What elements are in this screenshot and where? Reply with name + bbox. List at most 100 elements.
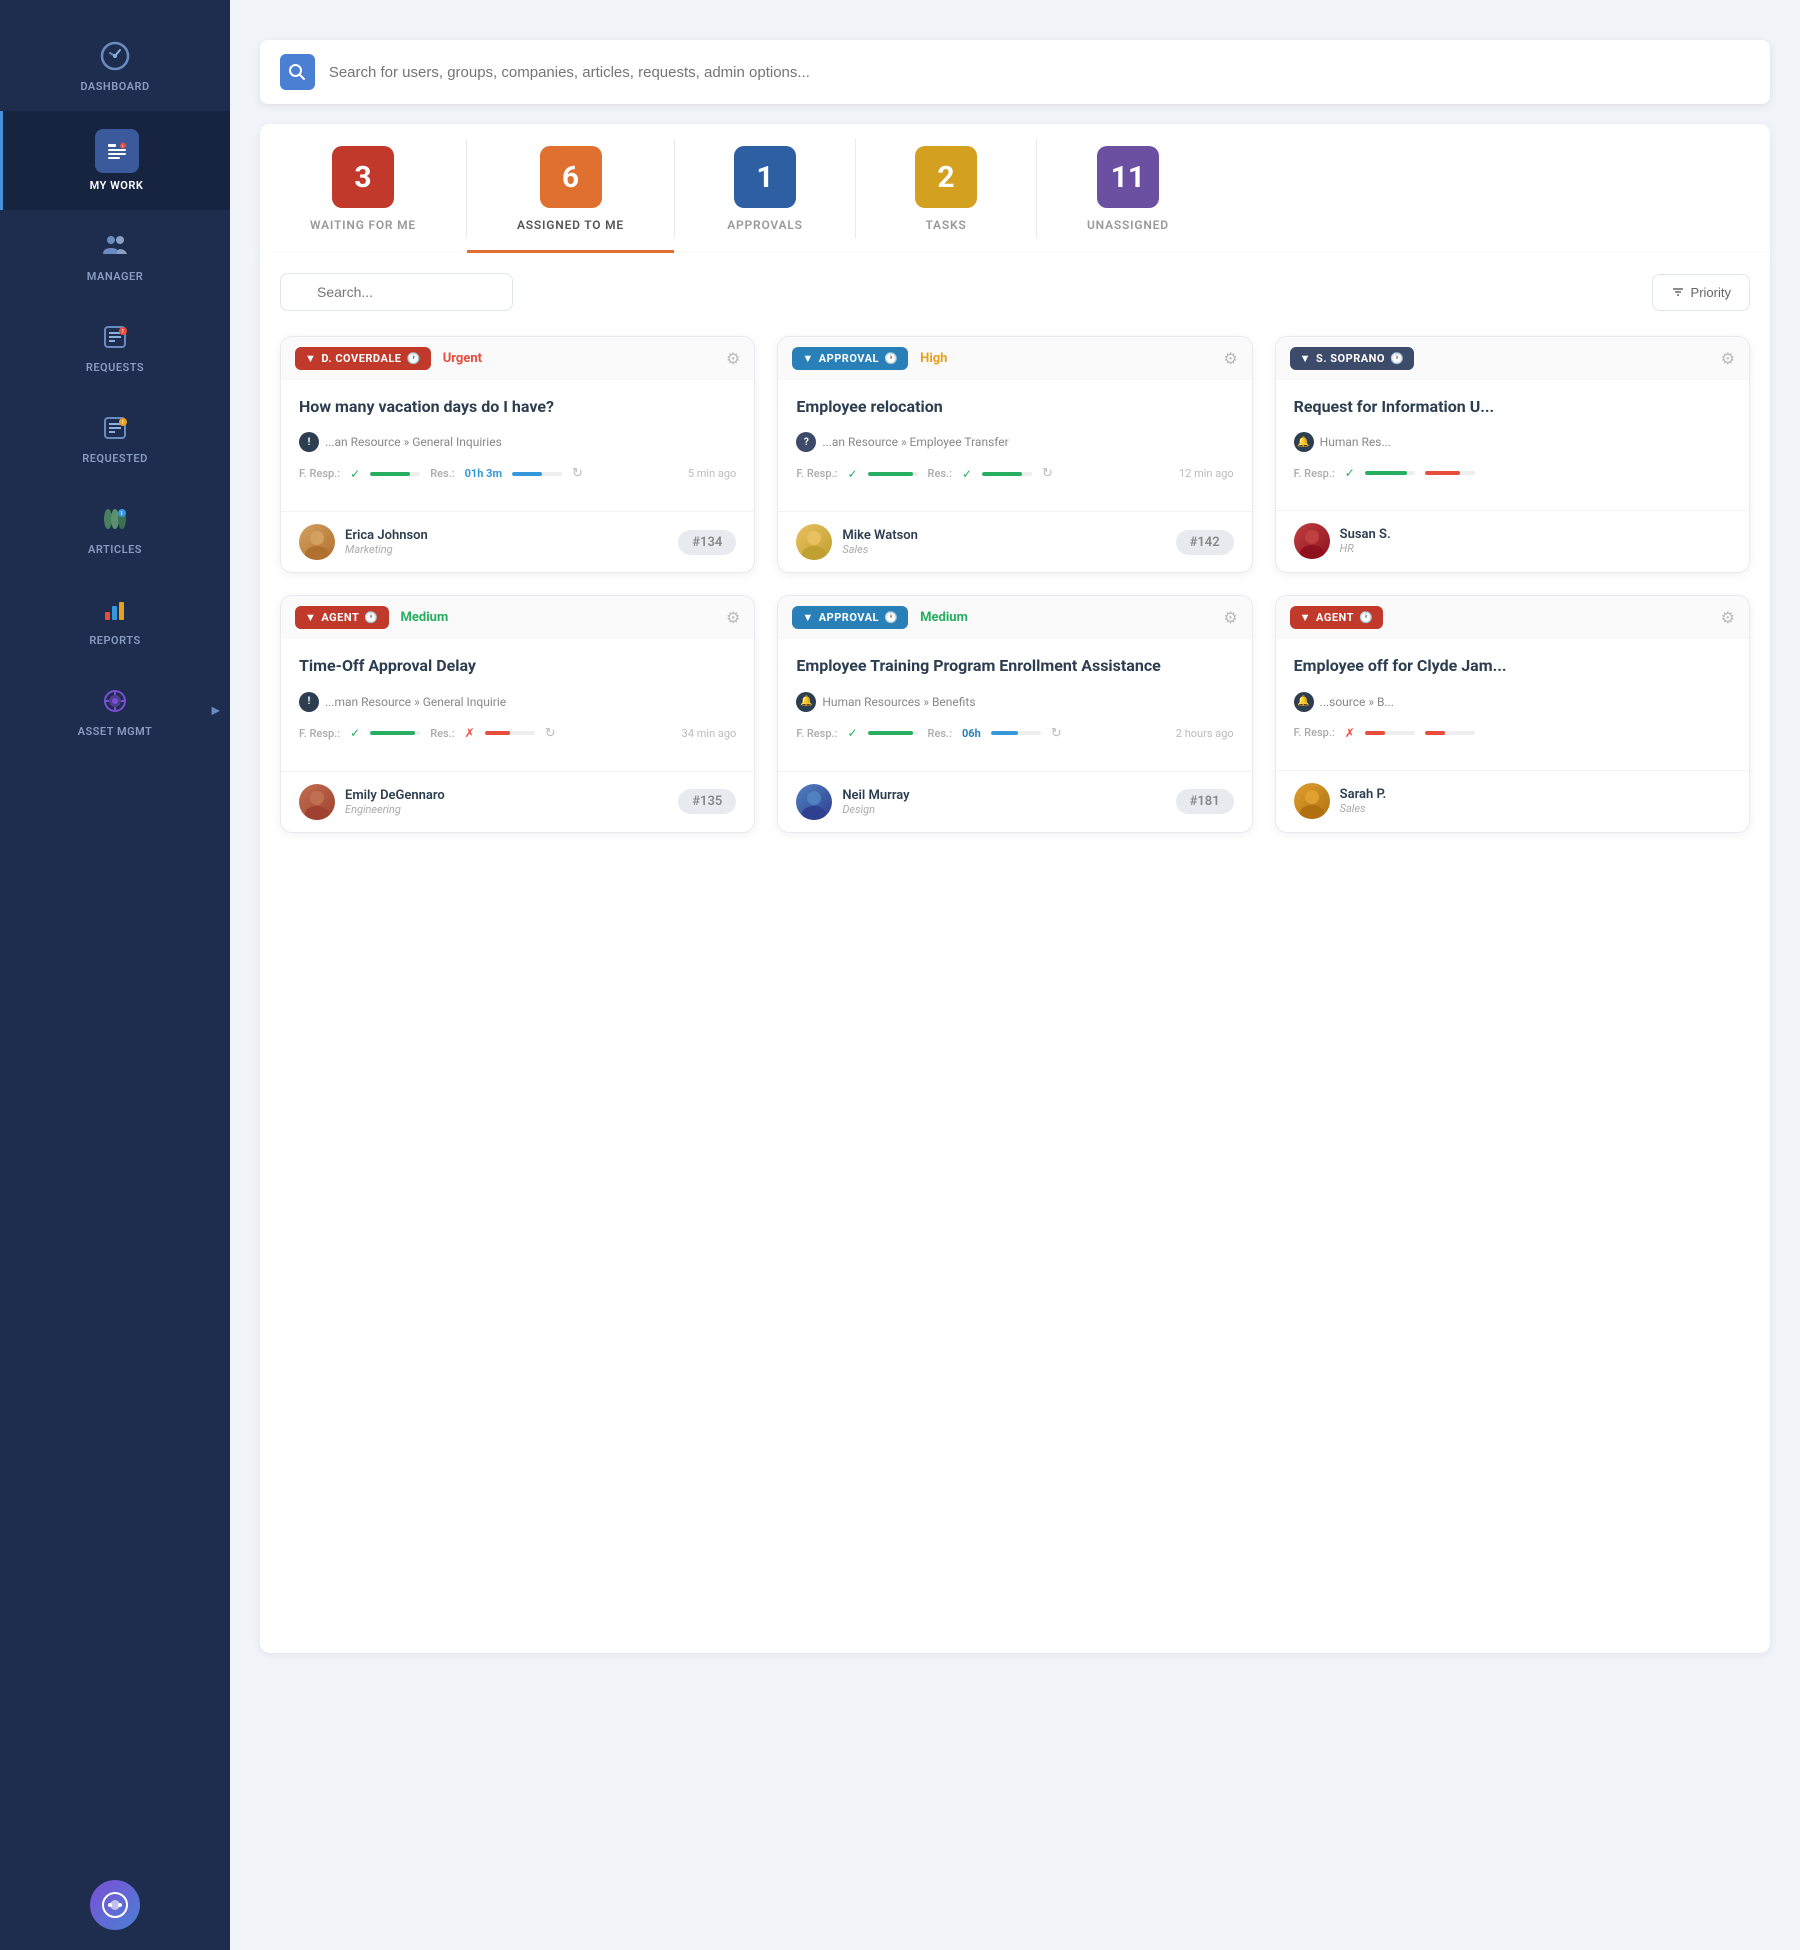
card-6-body: Employee off for Clyde Jam... 🔔 ...sourc… [1276,639,1749,769]
card-6-tag: ▼ AGENT 🕐 [1290,606,1384,629]
card-6-settings[interactable]: ⚙ [1721,608,1735,627]
card-1-timestamp: 5 min ago [688,467,736,480]
card-2-res-label: Res.: [928,467,952,480]
svg-text:!: ! [122,144,124,149]
card-2-user-dept: Sales [842,543,1175,556]
card-2-category-text: ...an Resource » Employee Transfer [822,435,1008,449]
card-1-priority: Urgent [443,351,482,366]
card-4-category-icon: ! [299,692,319,712]
card-2-dropdown-arrow: ▼ [802,352,813,365]
card-4-user-name: Emily DeGennaro [345,788,678,803]
card-3-footer: Susan S. HR [1276,510,1749,571]
mywork-icon: ! [95,129,139,173]
card-6-res-bar-fill [1425,731,1445,735]
reports-icon [97,592,133,628]
card-2-clock: 🕐 [884,352,898,365]
tab-unassigned-badge: 11 [1097,146,1159,208]
filter-search-input[interactable] [280,273,513,311]
card-2-fresp-bar [868,472,918,476]
sidebar-item-assetmgmt[interactable]: ASSET MGMT ▶ [0,665,230,756]
card-1-category-text: ...an Resource » General Inquiries [325,435,502,449]
card-2-timestamp: 12 min ago [1179,467,1234,480]
card-5-header: ▼ APPROVAL 🕐 Medium ⚙ [778,596,1251,639]
card-2-avatar [796,524,832,560]
sidebar-item-mywork[interactable]: ! MY WORK [0,111,230,210]
sidebar-label-dashboard: DASHBOARD [80,80,149,93]
card-3-dropdown-arrow: ▼ [1300,352,1311,365]
card-1-fresp-label: F. Resp.: [299,467,340,480]
card-4-avatar [299,784,335,820]
card-4-user-info: Emily DeGennaro Engineering [345,788,678,816]
sidebar-bottom [90,1860,140,1950]
priority-button-label: Priority [1691,285,1731,300]
card-5-footer: Neil Murray Design #181 [778,771,1251,832]
card-4-settings[interactable]: ⚙ [726,608,740,627]
card-1[interactable]: ▼ D. COVERDALE 🕐 Urgent ⚙ How many vacat… [280,336,755,573]
card-3-res-bar-fill [1425,471,1460,475]
card-1-header: ▼ D. COVERDALE 🕐 Urgent ⚙ [281,337,754,380]
card-3-fresp-check: ✓ [1345,466,1355,480]
card-5-body: Employee Training Program Enrollment Ass… [778,639,1251,770]
card-6-metrics: F. Resp.: ✗ [1294,726,1731,740]
card-5-metrics: F. Resp.: ✓ Res.: 06h ↻ 2 hours ago [796,726,1233,741]
card-5-refresh: ↻ [1051,726,1062,741]
sidebar-label-assetmgmt: ASSET MGMT [78,725,153,738]
search-input[interactable] [329,64,1750,81]
card-3-tag: ▼ S. SOPRANO 🕐 [1290,347,1415,370]
card-5-fresp-bar [868,731,918,735]
sidebar-item-reports[interactable]: REPORTS [0,574,230,665]
filter-priority-button[interactable]: Priority [1652,274,1750,311]
card-5-tag: ▼ APPROVAL 🕐 [792,606,908,629]
card-3-settings[interactable]: ⚙ [1721,349,1735,368]
card-3[interactable]: ▼ S. SOPRANO 🕐 ⚙ Request for Information… [1275,336,1750,573]
sidebar-label-manager: MANAGER [87,270,143,283]
card-2-settings[interactable]: ⚙ [1223,349,1237,368]
tab-tasks-label: TASKS [925,218,966,232]
card-3-category: 🔔 Human Res... [1294,432,1731,452]
tab-approvals[interactable]: 1 APPROVALS [675,124,855,253]
sidebar-item-requested[interactable]: ! REQUESTED [0,392,230,483]
card-4-body: Time-Off Approval Delay ! ...man Resourc… [281,639,754,770]
tab-assigned[interactable]: 6 ASSIGNED TO ME [467,124,674,253]
card-5-settings[interactable]: ⚙ [1223,608,1237,627]
card-4-header: ▼ AGENT 🕐 Medium ⚙ [281,596,754,639]
tab-waiting[interactable]: 3 WAITING FOR ME [260,124,466,253]
card-6-footer: Sarah P. Sales [1276,770,1749,831]
card-6-category-text: ...source » B... [1320,695,1394,709]
card-5[interactable]: ▼ APPROVAL 🕐 Medium ⚙ Employee Training … [777,595,1252,832]
sidebar-label-requests: REQUESTS [86,361,144,374]
card-4-res-label: Res.: [430,727,454,740]
card-3-category-text: Human Res... [1320,435,1391,449]
sidebar-item-manager[interactable]: MANAGER [0,210,230,301]
card-4-tag: ▼ AGENT 🕐 [295,606,389,629]
card-2[interactable]: ▼ APPROVAL 🕐 High ⚙ Employee relocation … [777,336,1252,573]
card-6-header: ▼ AGENT 🕐 ⚙ [1276,596,1749,639]
tab-tasks[interactable]: 2 TASKS [856,124,1036,253]
content-area: Priority ▼ D. COVERDALE 🕐 Urgent ⚙ How m… [260,253,1770,1653]
card-6[interactable]: ▼ AGENT 🕐 ⚙ Employee off for Clyde Jam..… [1275,595,1750,832]
card-4-fresp-check: ✓ [350,726,360,740]
card-1-settings[interactable]: ⚙ [726,349,740,368]
card-4-metrics: F. Resp.: ✓ Res.: ✗ ↻ 34 min ago [299,726,736,741]
card-3-user-info: Susan S. HR [1340,527,1731,555]
card-4[interactable]: ▼ AGENT 🕐 Medium ⚙ Time-Off Approval Del… [280,595,755,832]
card-5-avatar [796,784,832,820]
tab-unassigned[interactable]: 11 UNASSIGNED [1037,124,1219,253]
card-1-footer: Erica Johnson Marketing #134 [281,511,754,572]
card-5-priority: Medium [920,610,968,625]
card-6-res-bar [1425,731,1475,735]
card-4-dropdown-arrow: ▼ [305,611,316,624]
card-2-header: ▼ APPROVAL 🕐 High ⚙ [778,337,1251,380]
card-2-category: ? ...an Resource » Employee Transfer [796,432,1233,452]
sidebar-item-articles[interactable]: i ARTICLES [0,483,230,574]
sidebar-item-requests[interactable]: ! REQUESTS [0,301,230,392]
tab-assigned-label: ASSIGNED TO ME [517,218,624,232]
sidebar-item-dashboard[interactable]: DASHBOARD [0,20,230,111]
card-5-user-dept: Design [842,803,1175,816]
card-6-title: Employee off for Clyde Jam... [1294,655,1731,677]
card-1-title: How many vacation days do I have? [299,396,736,418]
manager-icon [97,228,133,264]
card-4-category: ! ...man Resource » General Inquirie [299,692,736,712]
card-4-res-check: ✗ [465,726,475,740]
card-1-tag: ▼ D. COVERDALE 🕐 [295,347,431,370]
